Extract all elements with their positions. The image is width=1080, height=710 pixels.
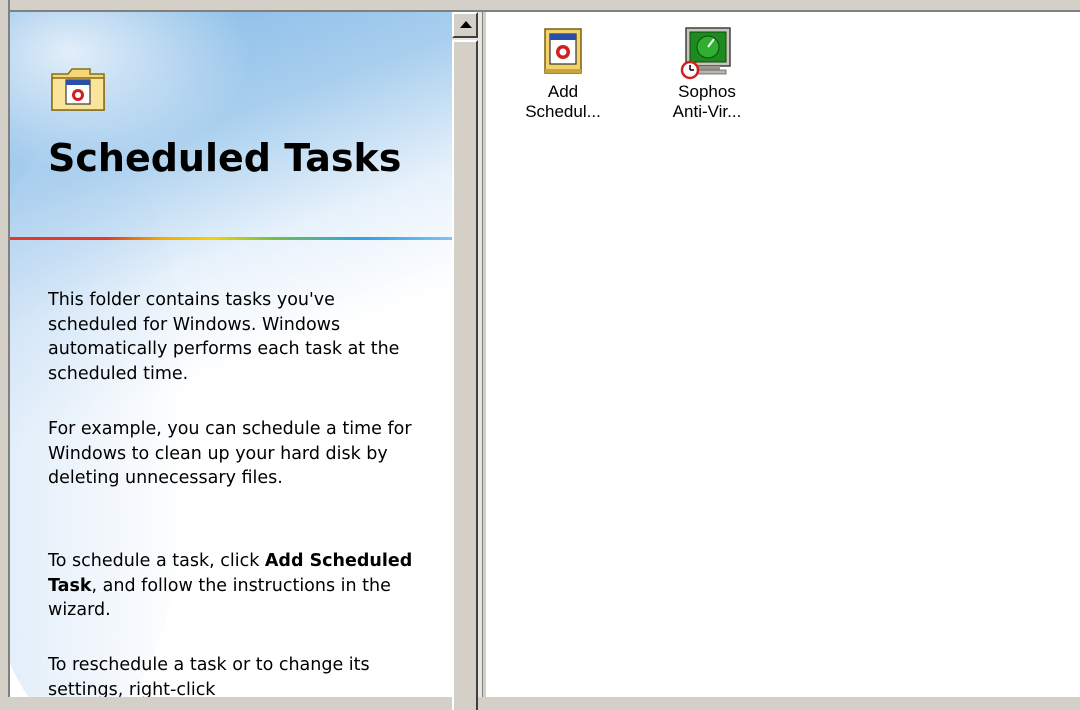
reschedule-paragraph: To reschedule a task or to change its se…: [48, 655, 370, 697]
window-frame-top: [0, 0, 1080, 12]
scroll-up-button[interactable]: [452, 12, 478, 38]
folder-info-pane: Scheduled Tasks This folder contains tas…: [10, 12, 452, 697]
file-label-line1: Sophos: [678, 82, 736, 101]
scroll-thumb[interactable]: [452, 40, 478, 710]
instruction-text-start: To schedule a task, click: [48, 551, 265, 571]
scheduled-tasks-folder-icon: [51, 68, 105, 111]
file-list-view[interactable]: Add Schedul... Sophos Anti-Vir...: [486, 12, 1080, 697]
description-paragraph: This folder contains tasks you've schedu…: [48, 290, 400, 384]
page-title: Scheduled Tasks: [48, 136, 402, 180]
instruction-paragraph: To schedule a task, click Add Scheduled …: [48, 549, 428, 623]
file-label-line2: Schedul...: [525, 102, 601, 121]
add-scheduled-task-icon: [544, 28, 582, 74]
file-item-sophos-anti-virus[interactable]: Sophos Anti-Vir...: [642, 26, 772, 122]
vertical-scrollbar[interactable]: [452, 12, 482, 710]
example-paragraph: For example, you can schedule a time for…: [48, 419, 412, 488]
title-divider: [10, 237, 452, 240]
instruction-text-end: , and follow the instructions in the wiz…: [48, 575, 391, 621]
file-item-add-scheduled-task[interactable]: Add Schedul...: [498, 26, 628, 122]
sophos-antivirus-task-icon: [680, 27, 731, 80]
file-label-line2: Anti-Vir...: [672, 102, 742, 121]
file-label-line1: Add: [547, 82, 579, 101]
window-frame-left: [0, 0, 10, 697]
